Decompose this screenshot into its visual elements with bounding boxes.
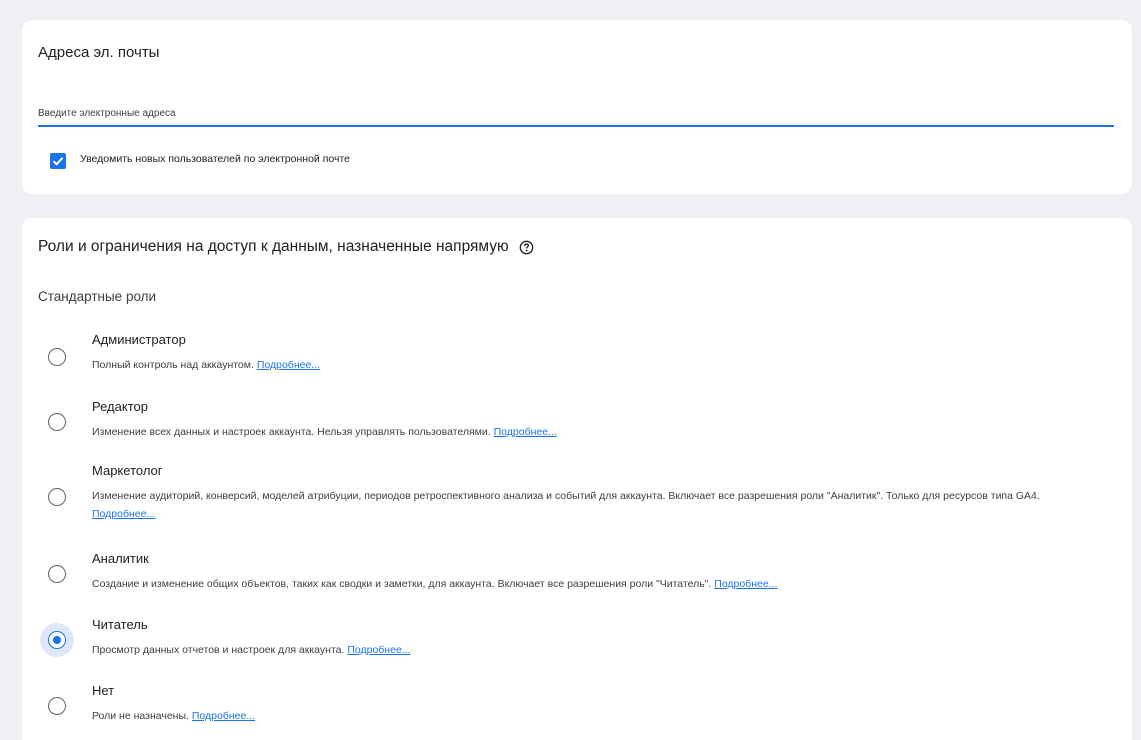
- role-name: Редактор: [92, 399, 148, 414]
- notify-checkbox[interactable]: [50, 153, 66, 169]
- role-radio-selected[interactable]: [48, 631, 66, 649]
- roles-card: Роли и ограничения на доступ к данным, н…: [22, 218, 1132, 740]
- email-input[interactable]: [38, 104, 1114, 127]
- role-radio[interactable]: [48, 348, 66, 366]
- role-description: Создание и изменение общих объектов, так…: [92, 578, 778, 590]
- roles-title-text: Роли и ограничения на доступ к данным, н…: [38, 238, 509, 255]
- role-radio[interactable]: [48, 413, 66, 431]
- learn-more-link[interactable]: Подробнее...: [92, 508, 155, 520]
- checkmark-icon: [52, 157, 64, 166]
- learn-more-link[interactable]: Подробнее...: [257, 359, 320, 371]
- role-name: Аналитик: [92, 551, 149, 566]
- role-description: Изменение аудиторий, конверсий, моделей …: [92, 490, 1040, 520]
- email-card: Адреса эл. почты Уведомить новых пользов…: [22, 20, 1132, 194]
- role-description: Просмотр данных отчетов и настроек для а…: [92, 644, 411, 656]
- learn-more-link[interactable]: Подробнее...: [494, 426, 557, 438]
- role-description: Роли не назначены. Подробнее...: [92, 710, 256, 722]
- learn-more-link[interactable]: Подробнее...: [347, 644, 410, 656]
- roles-section-title: Роли и ограничения на доступ к данным, н…: [38, 238, 534, 256]
- role-name: Нет: [92, 683, 115, 698]
- role-radio[interactable]: [48, 697, 66, 715]
- notify-checkbox-label: Уведомить новых пользователей по электро…: [80, 153, 351, 165]
- learn-more-link[interactable]: Подробнее...: [192, 710, 255, 722]
- learn-more-link[interactable]: Подробнее...: [714, 578, 777, 590]
- role-name: Маркетолог: [92, 463, 163, 478]
- standard-roles-label: Стандартные роли: [38, 289, 157, 304]
- role-name: Администратор: [92, 332, 186, 347]
- help-circle-icon[interactable]: [519, 240, 534, 255]
- email-section-title: Адреса эл. почты: [38, 44, 160, 61]
- role-radio[interactable]: [48, 488, 66, 506]
- role-radio[interactable]: [48, 565, 66, 583]
- page: Адреса эл. почты Уведомить новых пользов…: [0, 0, 1141, 740]
- role-description: Полный контроль над аккаунтом. Подробнее…: [92, 359, 321, 371]
- role-name: Читатель: [92, 617, 148, 632]
- role-description: Изменение всех данных и настроек аккаунт…: [92, 426, 557, 438]
